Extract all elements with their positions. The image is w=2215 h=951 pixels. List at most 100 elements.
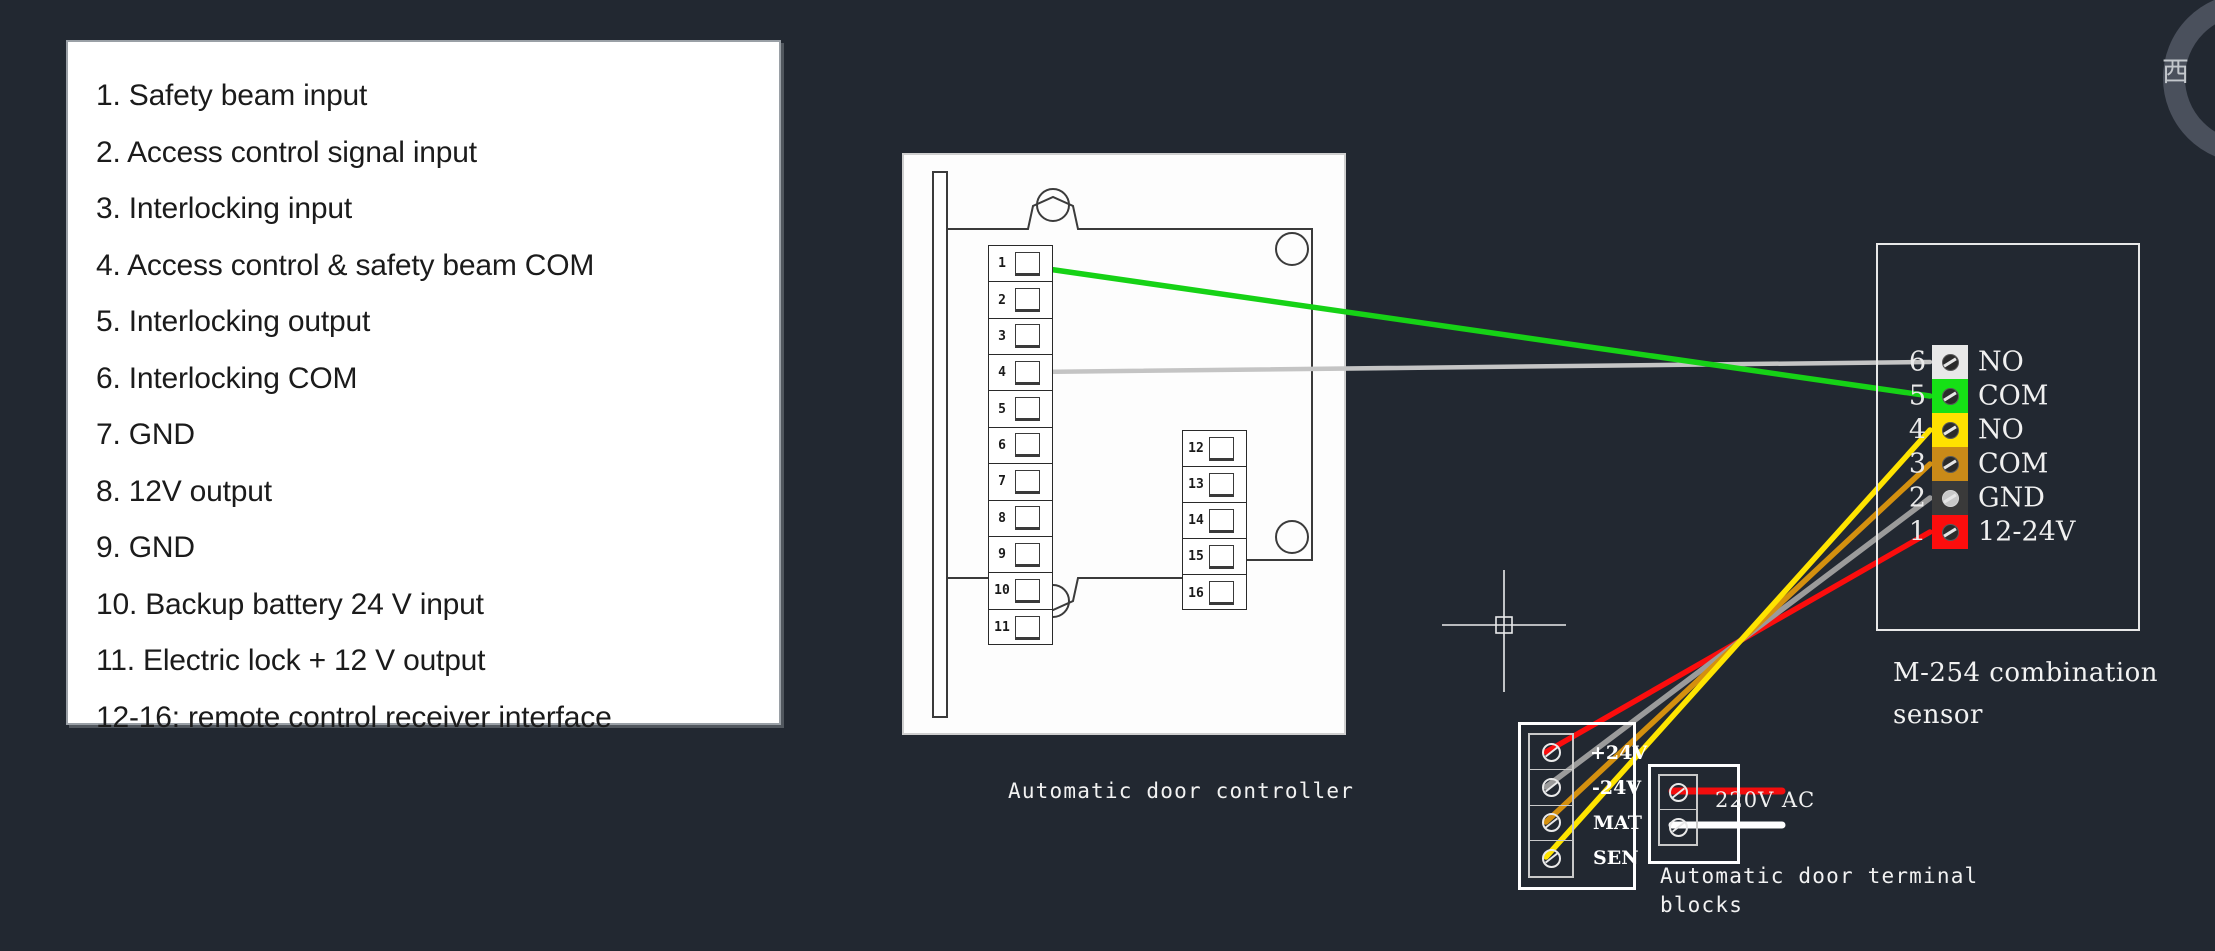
cad-drawing-canvas[interactable]: 1. Safety beam input 2. Access control s… — [0, 0, 2215, 951]
table-row[interactable]: 5 — [989, 391, 1052, 428]
table-row[interactable]: 9 — [989, 537, 1052, 574]
terminal-label-plus24v: +24V — [1590, 742, 1648, 764]
terminal-socket[interactable] — [1209, 472, 1234, 497]
terminal-socket[interactable] — [1209, 508, 1234, 533]
terminal-socket[interactable] — [1015, 506, 1040, 531]
viewcube-direction-label[interactable]: 西 — [2162, 50, 2189, 89]
sensor-terminal-strip[interactable]: 6 NO 5 COM 4 NO 3 COM 2 GND 1 12-24V — [1909, 345, 2075, 549]
table-row[interactable]: 2 — [989, 282, 1052, 319]
terminal-cell-mat[interactable] — [1530, 806, 1572, 841]
terminal-socket[interactable] — [1015, 615, 1040, 640]
terminal-number: 15 — [1188, 549, 1204, 564]
table-row[interactable]: 7 — [989, 464, 1052, 501]
terminal-number: 13 — [1188, 477, 1204, 492]
sensor-terminal-5[interactable]: 5 COM — [1909, 379, 2048, 413]
screw-icon — [1941, 523, 1959, 541]
sensor-caption: M-254 combination sensor — [1893, 658, 2159, 730]
list-item: 6. Interlocking COM — [96, 361, 358, 395]
terminal-socket[interactable] — [1015, 578, 1040, 603]
legend-list: 1. Safety beam input 2. Access control s… — [68, 42, 779, 746]
terminal-number: 9 — [998, 547, 1006, 563]
terminal-socket[interactable] — [1015, 397, 1040, 422]
table-row[interactable]: 10 — [989, 573, 1052, 610]
table-row[interactable]: 3 — [989, 319, 1052, 356]
crosshair-cursor[interactable] — [1442, 570, 1566, 692]
controller-main-terminal-strip[interactable]: 1 2 3 4 5 6 7 8 9 10 11 — [988, 245, 1053, 645]
terminal-socket[interactable] — [1209, 581, 1234, 605]
terminal-cell-plus24v[interactable] — [1530, 735, 1572, 771]
sensor-terminal-label: GND — [1978, 482, 2045, 514]
terminal-number: 2 — [998, 292, 1006, 308]
sensor-terminal-2[interactable]: 2 GND — [1909, 481, 2045, 515]
terminal-socket[interactable] — [1015, 288, 1040, 313]
table-row[interactable]: 14 — [1183, 503, 1246, 539]
screw-icon — [1541, 848, 1561, 868]
sensor-terminal-index: 2 — [1908, 482, 1926, 514]
list-item: 11. Electric lock + 12 V output — [96, 644, 486, 677]
terminal-label-minus24v: -24V — [1592, 777, 1642, 799]
table-row[interactable]: 11 — [989, 610, 1052, 646]
screw-icon — [1941, 387, 1959, 405]
terminal-socket[interactable] — [1015, 360, 1040, 385]
table-row[interactable]: 1 — [989, 246, 1052, 283]
terminal-socket[interactable] — [1015, 542, 1040, 567]
list-item: 2. Access control signal input — [96, 135, 477, 169]
list-item: 5. Interlocking output — [96, 305, 371, 338]
terminal-number: 1 — [998, 256, 1006, 272]
screw-icon — [1668, 817, 1688, 837]
table-row[interactable]: 15 — [1183, 539, 1246, 575]
terminal-label-sen: SEN — [1593, 847, 1639, 869]
terminal-label-mat: MAT — [1593, 812, 1642, 834]
terminal-number: 6 — [998, 437, 1006, 453]
table-row[interactable]: 4 — [989, 355, 1052, 392]
controller-board-outline — [902, 153, 1346, 735]
terminal-number: 10 — [994, 583, 1010, 599]
terminal-number: 7 — [998, 474, 1006, 490]
sensor-terminal-label: NO — [1978, 414, 2024, 446]
terminal-socket[interactable] — [1015, 324, 1040, 349]
ac-voltage-label: 220V AC — [1715, 788, 1816, 812]
list-item: 4. Access control & safety beam COM — [96, 248, 595, 282]
sensor-terminal-index: 1 — [1908, 516, 1926, 548]
sensor-terminal-index: 4 — [1908, 414, 1926, 446]
table-row[interactable]: 16 — [1183, 575, 1246, 611]
terminal-function-legend-panel: 1. Safety beam input 2. Access control s… — [66, 40, 781, 734]
terminal-cell-minus24v[interactable] — [1530, 770, 1572, 806]
screw-icon — [1941, 455, 1959, 473]
list-item: 7. GND — [96, 418, 195, 451]
terminal-socket[interactable] — [1209, 436, 1234, 461]
terminal-number: 16 — [1188, 585, 1204, 601]
list-item: 1. Safety beam input — [96, 79, 368, 112]
terminal-socket[interactable] — [1015, 469, 1040, 494]
terminal-socket[interactable] — [1015, 251, 1040, 276]
sensor-terminal-6[interactable]: 6 NO — [1909, 345, 2024, 379]
terminal-number: 12 — [1188, 441, 1204, 456]
sensor-terminal-index: 3 — [1908, 448, 1926, 480]
ac-terminal-neutral[interactable] — [1660, 810, 1696, 844]
controller-caption: Automatic door controller — [1008, 779, 1355, 803]
terminal-number: 8 — [998, 510, 1006, 526]
sensor-terminal-3[interactable]: 3 COM — [1909, 447, 2048, 481]
sensor-terminal-index: 5 — [1908, 380, 1926, 412]
sensor-terminal-1[interactable]: 1 12-24V — [1909, 515, 2075, 549]
list-item: 3. Interlocking input — [96, 192, 352, 225]
terminal-number: 5 — [998, 401, 1006, 417]
sensor-terminal-4[interactable]: 4 NO — [1909, 413, 2024, 447]
door-terminal-block-cells[interactable] — [1528, 733, 1574, 878]
terminal-number: 4 — [998, 365, 1006, 381]
table-row[interactable]: 6 — [989, 428, 1052, 465]
table-row[interactable]: 12 — [1183, 431, 1246, 467]
screw-icon — [1541, 742, 1561, 762]
terminal-socket[interactable] — [1209, 544, 1234, 569]
table-row[interactable]: 13 — [1183, 467, 1246, 503]
screw-icon — [1541, 813, 1561, 833]
controller-aux-terminal-strip[interactable]: 12 13 14 15 16 — [1182, 430, 1247, 610]
terminal-cell-sen[interactable] — [1530, 841, 1572, 876]
list-item: 10. Backup battery 24 V input — [96, 587, 484, 621]
terminal-socket[interactable] — [1015, 433, 1040, 458]
ac-terminal-block-cells[interactable] — [1658, 774, 1698, 846]
screw-icon — [1668, 783, 1688, 802]
table-row[interactable]: 8 — [989, 501, 1052, 537]
sensor-terminal-label: NO — [1978, 346, 2024, 378]
ac-terminal-live[interactable] — [1660, 776, 1696, 810]
